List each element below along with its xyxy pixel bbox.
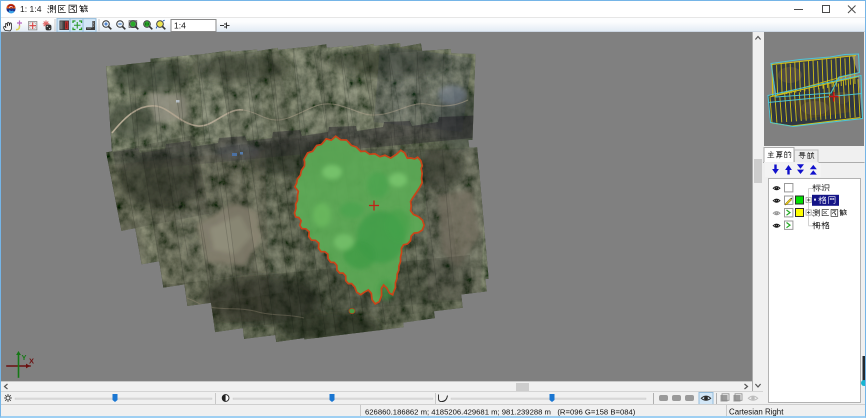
svg-text:Y: Y bbox=[22, 353, 27, 362]
svg-text:X: X bbox=[29, 357, 34, 366]
svg-text:1:4: 1:4 bbox=[174, 21, 186, 31]
svg-text:1: 1:4: 1: 1:4 bbox=[20, 4, 42, 14]
svg-text:626860.186862 m; 4185206.4296: 626860.186862 m; 4185206.429681 m; 981.2… bbox=[365, 407, 636, 416]
svg-text:Cartesian Right: Cartesian Right bbox=[729, 407, 784, 416]
